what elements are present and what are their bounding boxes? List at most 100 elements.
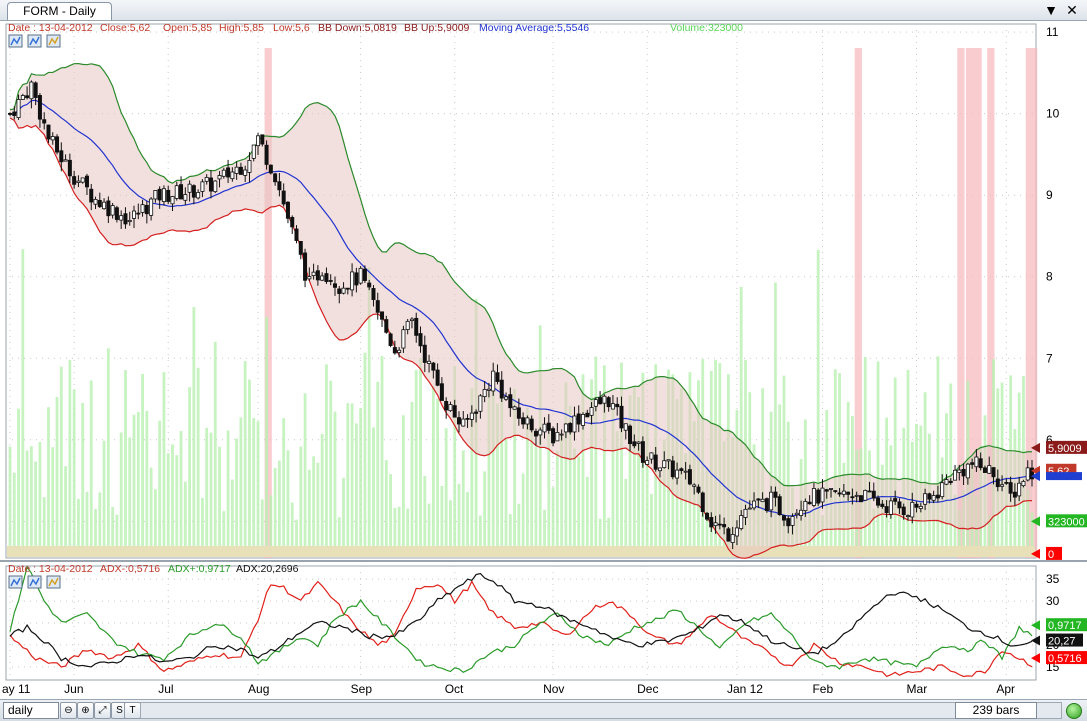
volume-bar — [555, 450, 559, 546]
adx-indicator-icon[interactable] — [46, 575, 61, 589]
candle-body — [948, 480, 953, 483]
candle-body — [542, 423, 547, 433]
candle-body — [786, 518, 791, 527]
candle-body — [876, 497, 881, 506]
main-indicator-icon[interactable] — [46, 34, 61, 48]
candle-body — [332, 283, 337, 288]
volume-bar — [290, 502, 294, 546]
volume-bar — [64, 466, 67, 546]
time-scrollbar[interactable] — [140, 702, 1062, 719]
candle-body — [769, 491, 774, 511]
volume-bar — [299, 446, 303, 546]
candle-body — [418, 333, 423, 347]
candle-body — [799, 509, 804, 516]
candle-body — [816, 489, 821, 504]
candle-body — [628, 425, 633, 445]
y-tick-label: 7 — [1046, 351, 1053, 365]
volume-bar — [372, 427, 375, 546]
period-selector[interactable]: daily — [3, 702, 59, 719]
zoom-out-icon[interactable]: ⊖ — [60, 702, 77, 719]
candle-body — [474, 411, 479, 414]
candle-body — [563, 423, 568, 433]
candle-body — [696, 486, 701, 493]
legend-low: Low:5,6 — [273, 22, 310, 34]
volume-bar — [29, 446, 33, 546]
candle-body — [508, 394, 513, 409]
volume-bar — [51, 447, 55, 546]
candle-body — [953, 469, 958, 481]
volume-bar — [457, 483, 461, 546]
volume-bar — [85, 491, 89, 546]
volume-bar — [94, 509, 97, 546]
candle-body — [50, 136, 55, 141]
volume-bar — [312, 456, 316, 546]
candle-body — [431, 362, 436, 371]
volume-bar — [419, 358, 422, 546]
candle-body — [72, 176, 77, 185]
candle-body — [546, 422, 551, 431]
volume-bar — [42, 497, 46, 546]
close-icon[interactable]: ✕ — [1064, 2, 1080, 18]
candle-body — [42, 119, 47, 124]
candle-body — [414, 317, 419, 336]
candle-body — [632, 441, 637, 447]
candle-body — [230, 171, 235, 180]
chart-area[interactable]: 11109876535302520155,90095,6232300000,97… — [0, 20, 1087, 700]
volume-bar — [8, 446, 12, 546]
candle-body — [97, 199, 102, 208]
adx-bar-style-icon[interactable] — [8, 575, 23, 589]
candle-body — [846, 491, 851, 495]
main-properties-icon[interactable] — [27, 34, 42, 48]
candle-body — [80, 177, 85, 183]
candle-body — [350, 271, 355, 291]
candle-body — [829, 488, 834, 490]
legend-date: Date : 13-04-2012 — [8, 22, 93, 34]
candle-body — [294, 228, 299, 241]
candle-body — [589, 407, 594, 416]
candle-body — [670, 460, 675, 478]
legend-close: Close:5,62 — [100, 22, 150, 34]
zoom-in-icon[interactable]: ⊕ — [77, 702, 94, 719]
main-bar-style-icon[interactable] — [8, 34, 23, 48]
candle-body — [238, 166, 243, 175]
candle-body — [362, 268, 367, 281]
candle-body — [465, 417, 470, 420]
x-tick-label: Apr — [996, 682, 1015, 696]
candle-body — [910, 501, 915, 518]
chart-svg[interactable]: 11109876535302520155,90095,6232300000,97… — [0, 20, 1087, 700]
candle-body — [991, 467, 996, 478]
adx-panel-frame — [5, 565, 1037, 681]
volume-bar — [282, 418, 286, 546]
volume-bar — [384, 460, 388, 546]
candle-body — [790, 516, 795, 526]
candle-body — [636, 441, 641, 444]
price-marker-label: 5,9009 — [1048, 443, 1082, 455]
candle-body — [974, 456, 979, 468]
dropdown-icon[interactable]: ▼ — [1043, 2, 1059, 18]
candle-body — [713, 522, 718, 527]
candle-body — [1000, 484, 1005, 487]
candle-body — [880, 503, 885, 507]
candle-body — [114, 207, 119, 220]
x-tick-label: Aug — [248, 682, 269, 696]
candle-body — [666, 459, 671, 462]
candle-body — [260, 134, 265, 145]
volume-bar — [179, 431, 183, 546]
t-button[interactable]: T — [124, 702, 141, 719]
candle-body — [264, 144, 269, 165]
volume-bar — [325, 364, 328, 546]
candle-body — [444, 401, 449, 411]
candle-body — [982, 467, 987, 473]
candle-body — [824, 489, 829, 492]
volume-bar — [329, 380, 333, 546]
adx-properties-icon[interactable] — [27, 575, 42, 589]
candle-body — [756, 498, 761, 501]
candle-body — [743, 508, 748, 518]
zoom-fit-icon[interactable]: ⤢ — [94, 702, 111, 719]
chart-tab[interactable]: FORM - Daily — [7, 2, 112, 20]
candle-body — [157, 188, 162, 201]
legend-high: High:5,85 — [219, 22, 264, 34]
volume-bar — [256, 421, 260, 546]
candle-body — [405, 320, 410, 330]
x-tick-label: Sep — [351, 682, 373, 696]
